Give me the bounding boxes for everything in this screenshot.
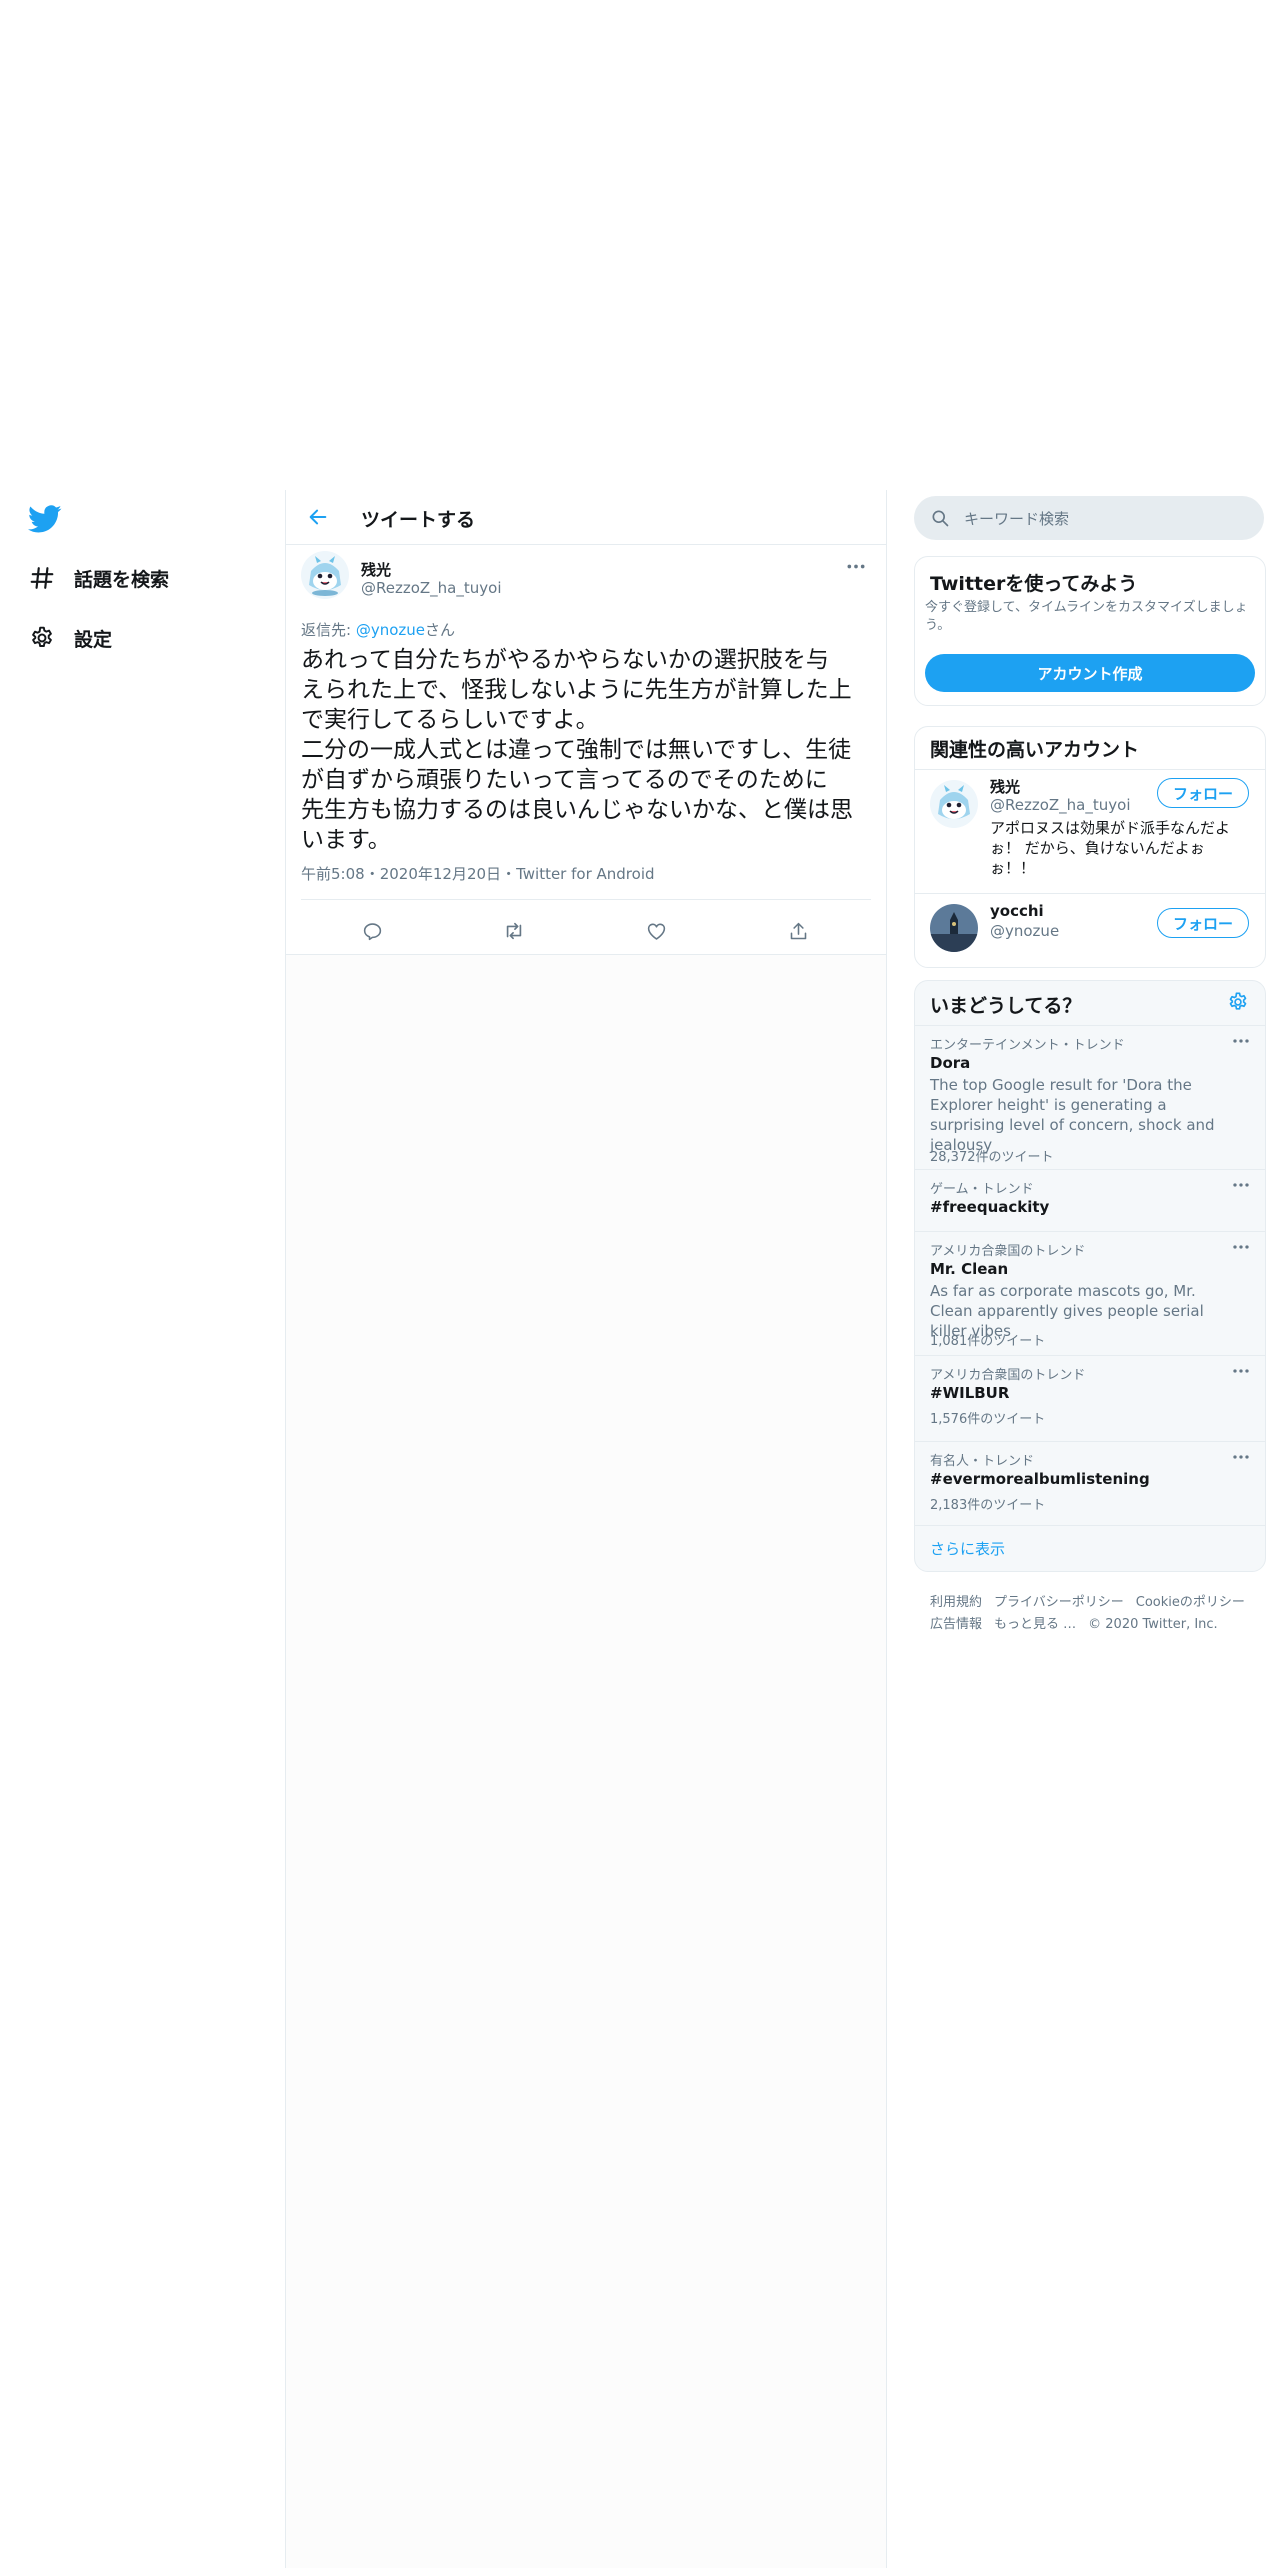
avatar[interactable] — [930, 780, 978, 828]
follow-button[interactable]: フォロー — [1157, 778, 1249, 808]
tweet-text-line: えられた上で、怪我しないように先生方が計算した上 — [301, 677, 852, 703]
search-icon — [930, 508, 950, 528]
trends-title: いまどうしてる？ — [930, 995, 1082, 1017]
footer-link[interactable]: プライバシーポリシー — [994, 1595, 1124, 1610]
trend-context: アメリカ合衆国のトレンド — [930, 1244, 1086, 1259]
tweet-text-line: あれって自分たちがやるかやらないかの選択肢を与 — [301, 647, 829, 673]
reply-suffix: さん — [425, 621, 456, 639]
account-handle: @RezzoZ_ha_tuyoi — [990, 796, 1131, 814]
search-box[interactable] — [914, 496, 1264, 540]
avatar[interactable] — [930, 904, 978, 952]
account-name[interactable]: yocchi — [990, 902, 1044, 920]
account-bio: アポロヌスは効果がド派手なんだよぉ！ だから、負けないんだよぉぉ！！ — [990, 819, 1231, 877]
tweet-meta: 午前5:08・2020年12月20日・Twitter for Android — [301, 863, 655, 884]
trend-context: エンターテインメント・トレンド — [930, 1038, 1125, 1053]
hashtag-icon — [28, 564, 56, 592]
author-name[interactable]: 残光 — [361, 559, 391, 580]
nav-item-label: 設定 — [74, 628, 113, 651]
arrow-left-icon[interactable] — [304, 503, 332, 531]
trend-title: Mr. Clean — [930, 1260, 1009, 1278]
footer-link[interactable]: もっと見る … — [994, 1617, 1076, 1632]
trend-item[interactable]: 有名人・トレンド #evermorealbumlistening 2,183件の… — [915, 1441, 1265, 1526]
app-root: 話題を検索 設定 ツイートする 残光 @RezzoZ_ha_tuyoi 返信先:… — [0, 490, 1284, 2568]
trend-count: 1,576件のツイート — [930, 1412, 1046, 1427]
footer-link[interactable]: Cookieのポリシー — [1136, 1595, 1245, 1610]
gear-icon — [28, 624, 56, 652]
trend-count: 1,081件のツイート — [930, 1334, 1046, 1349]
trend-title: #freequackity — [930, 1198, 1050, 1216]
nav-item-label: 話題を検索 — [74, 568, 170, 591]
retweet-icon[interactable] — [497, 914, 531, 948]
trends-card: いまどうしてる？ エンターテインメント・トレンド Dora The top Go… — [914, 980, 1266, 1572]
trend-title: #evermorealbumlistening — [930, 1470, 1150, 1488]
footer-link[interactable]: 広告情報 — [930, 1617, 982, 1632]
meta-separator: ・ — [501, 865, 517, 883]
trend-count: 2,183件のツイート — [930, 1498, 1046, 1513]
related-title: 関連性の高いアカウント — [930, 739, 1140, 761]
trend-title: Dora — [930, 1054, 971, 1072]
tweet-detail: 残光 @RezzoZ_ha_tuyoi 返信先: @ynozueさん あれって自… — [286, 545, 886, 955]
account-item[interactable]: 残光 @RezzoZ_ha_tuyoi アポロヌスは効果がド派手なんだよぉ！ だ… — [915, 769, 1265, 894]
signup-card: Twitterを使ってみよう 今すぐ登録して、タイムラインをカスタマイズしましょ… — [914, 556, 1266, 706]
like-icon[interactable] — [639, 914, 673, 948]
tweet-text-line: 二分の一成人式とは違って強制では無いですし、生徒 — [301, 737, 852, 763]
trend-item[interactable]: アメリカ合衆国のトレンド Mr. Clean As far as corpora… — [915, 1231, 1265, 1356]
share-icon[interactable] — [781, 914, 815, 948]
footer-links: 利用規約 プライバシーポリシー Cookieのポリシー 広告情報 もっと見る … © 2… — [930, 1592, 1260, 1636]
trend-count: 28,372件のツイート — [930, 1150, 1054, 1165]
related-accounts-card: 関連性の高いアカウント 残光 @RezzoZ_ha_tuyoi アポロヌスは効果… — [914, 726, 1266, 968]
more-options-icon[interactable] — [1231, 1364, 1251, 1378]
more-options-icon[interactable] — [1231, 1178, 1251, 1192]
trend-context: アメリカ合衆国のトレンド — [930, 1368, 1086, 1383]
signup-subtitle: 今すぐ登録して、タイムラインをカスタマイズしましょう。 — [925, 600, 1248, 633]
reply-prefix: 返信先: — [301, 621, 356, 639]
twitter-bird-icon[interactable] — [28, 502, 64, 538]
left-nav: 話題を検索 設定 — [0, 490, 285, 2568]
trend-description: The top Google result for 'Dora the Expl… — [930, 1076, 1215, 1154]
main-column: ツイートする 残光 @RezzoZ_ha_tuyoi 返信先: @ynozueさ… — [285, 490, 887, 2568]
account-item[interactable]: yocchi @ynozue フォロー — [915, 893, 1265, 967]
tweet-text-line: います。 — [301, 827, 391, 853]
tweet-text: あれって自分たちがやるかやらないかの選択肢を与 えられた上で、怪我しないように先… — [301, 645, 871, 855]
show-more-link[interactable]: さらに表示 — [930, 1538, 1005, 1559]
more-options-icon[interactable] — [1231, 1240, 1251, 1254]
create-account-button[interactable]: アカウント作成 — [925, 654, 1255, 692]
tweet-text-line: が自ずから頑張りたいって言ってるのでそのために — [301, 767, 828, 793]
tweet-text-line: 先生方も協力するのは良いんじゃないかな、と僕は思 — [301, 797, 853, 823]
tweet-date[interactable]: 2020年12月20日 — [380, 865, 501, 883]
trends-footer: さらに表示 — [915, 1525, 1265, 1571]
trend-context: ゲーム・トレンド — [930, 1182, 1034, 1197]
divider — [301, 899, 871, 900]
reply-context: 返信先: @ynozueさん — [301, 619, 455, 640]
tweet-time[interactable]: 午前5:08 — [301, 865, 365, 883]
more-options-icon[interactable] — [1231, 1450, 1251, 1464]
account-handle: @ynozue — [990, 922, 1060, 940]
page-header: ツイートする — [286, 490, 886, 545]
signup-title: Twitterを使ってみよう — [930, 573, 1138, 595]
tweet-text-line: で実行してるらしいですよ。 — [301, 707, 599, 733]
more-options-icon[interactable] — [1231, 1034, 1251, 1048]
avatar[interactable] — [301, 551, 349, 599]
reply-mention-link[interactable]: @ynozue — [356, 621, 425, 639]
nav-item-explore[interactable]: 話題を検索 — [28, 558, 169, 598]
footer-link[interactable]: 利用規約 — [930, 1595, 982, 1610]
gear-icon[interactable] — [1227, 991, 1249, 1013]
meta-separator: ・ — [364, 865, 380, 883]
reply-icon[interactable] — [355, 914, 389, 948]
tweet-source[interactable]: Twitter for Android — [516, 865, 654, 883]
trend-item[interactable]: アメリカ合衆国のトレンド #WILBUR 1,576件のツイート — [915, 1355, 1265, 1442]
trend-context: 有名人・トレンド — [930, 1454, 1035, 1469]
trend-item[interactable]: ゲーム・トレンド #freequackity — [915, 1169, 1265, 1232]
page-title: ツイートする — [361, 509, 476, 531]
nav-item-settings[interactable]: 設定 — [28, 618, 112, 658]
copyright: © 2020 Twitter, Inc. — [1088, 1617, 1218, 1632]
search-input[interactable] — [962, 502, 1256, 536]
more-options-icon[interactable] — [844, 559, 868, 573]
account-name[interactable]: 残光 — [990, 776, 1020, 797]
trend-title: #WILBUR — [930, 1384, 1010, 1402]
trend-item[interactable]: エンターテインメント・トレンド Dora The top Google resu… — [915, 1025, 1265, 1170]
follow-button[interactable]: フォロー — [1157, 908, 1249, 938]
author-handle: @RezzoZ_ha_tuyoi — [361, 579, 502, 597]
